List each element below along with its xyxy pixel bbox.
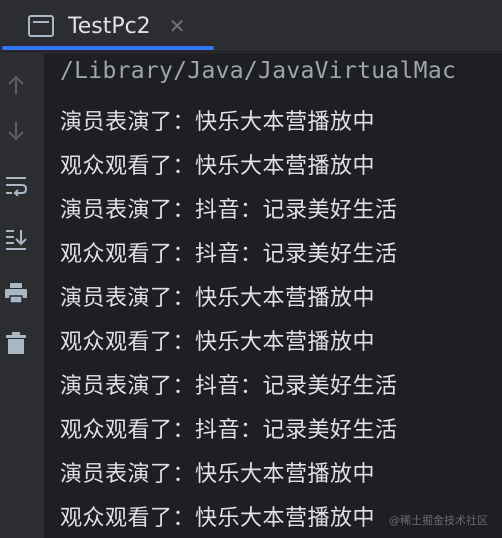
console-path-line: /Library/Java/JavaVirtualMac	[60, 58, 457, 84]
console-line: 观众观看了：快乐大本营播放中	[60, 506, 376, 531]
trash-icon[interactable]	[0, 327, 32, 359]
run-tool-window: TestPc2 ✕ /Library/Java/JavaVirtualMac 演…	[0, 0, 502, 538]
tab-testpc2[interactable]: TestPc2 ✕	[14, 0, 216, 52]
console-toolbar	[0, 53, 40, 538]
tab-bar: TestPc2 ✕	[0, 0, 502, 52]
close-icon[interactable]: ✕	[169, 16, 186, 36]
scroll-to-end-icon[interactable]	[0, 223, 32, 255]
window-icon	[28, 15, 54, 37]
console-line: 观众观看了：快乐大本营播放中	[60, 330, 376, 355]
console-line: 演员表演了：快乐大本营播放中	[60, 110, 376, 135]
console-line: 演员表演了：抖音：记录美好生活	[60, 198, 398, 223]
print-icon[interactable]	[0, 277, 32, 309]
console-output[interactable]: /Library/Java/JavaVirtualMac 演员表演了：快乐大本营…	[44, 53, 502, 538]
console-line: 观众观看了：快乐大本营播放中	[60, 154, 376, 179]
console-line: 观众观看了：抖音：记录美好生活	[60, 242, 398, 267]
tab-label: TestPc2	[68, 13, 151, 39]
arrow-down-icon[interactable]	[0, 115, 32, 147]
arrow-up-icon[interactable]	[0, 69, 32, 101]
soft-wrap-icon[interactable]	[0, 169, 32, 201]
console-line: 观众观看了：抖音：记录美好生活	[60, 418, 398, 443]
console-line: 演员表演了：快乐大本营播放中	[60, 462, 376, 487]
watermark: @稀土掘金技术社区	[389, 514, 488, 527]
console-line: 演员表演了：快乐大本营播放中	[60, 286, 376, 311]
active-tab-indicator	[2, 46, 214, 50]
console-line: 演员表演了：抖音：记录美好生活	[60, 374, 398, 399]
